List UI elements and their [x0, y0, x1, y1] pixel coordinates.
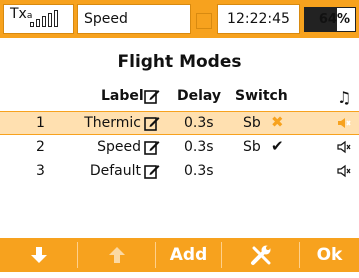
switch-off-icon: ✖: [271, 113, 284, 131]
move-up-button[interactable]: [78, 238, 155, 272]
column-label: Label: [101, 88, 160, 104]
flight-mode-display: Speed: [77, 4, 191, 34]
row-label: Speed: [97, 139, 141, 155]
battery-text: 64%: [318, 12, 350, 27]
battery-indicator: 64%: [304, 7, 356, 32]
tx-label: Txa: [10, 6, 33, 22]
table-row[interactable]: 1 Thermic 0.3s Sb ✖: [0, 111, 359, 135]
status-bar: Txa Speed 12:22:45 64%: [0, 0, 359, 38]
row-number: 2: [36, 139, 45, 155]
footer-toolbar: Add Ok: [0, 238, 359, 272]
ok-button[interactable]: Ok: [300, 238, 359, 272]
speaker-muted-icon[interactable]: [337, 164, 351, 178]
row-delay: 0.3s: [184, 139, 214, 155]
row-number: 3: [36, 163, 45, 179]
row-delay: 0.3s: [184, 163, 214, 179]
clock: 12:22:45: [217, 4, 300, 34]
row-delay: 0.3s: [184, 115, 214, 131]
column-switch: Switch: [235, 88, 288, 104]
signal-bars-icon: [30, 10, 58, 27]
edit-icon[interactable]: [144, 139, 160, 155]
row-switch: Sb: [243, 115, 261, 131]
speaker-muted-icon[interactable]: [337, 116, 351, 130]
row-label: Default: [89, 163, 141, 179]
row-number: 1: [36, 115, 45, 131]
add-button[interactable]: Add: [156, 238, 221, 272]
arrow-up-icon: [108, 247, 125, 263]
edit-icon[interactable]: [144, 115, 160, 131]
tools-icon: [250, 245, 270, 265]
transmitter-signal: Txa: [3, 4, 74, 34]
settings-button[interactable]: [222, 238, 299, 272]
row-switch: Sb: [243, 139, 261, 155]
edit-icon[interactable]: [144, 163, 160, 179]
table-row[interactable]: 2 Speed 0.3s Sb ✔: [0, 136, 359, 160]
speaker-muted-icon[interactable]: [337, 140, 351, 154]
status-indicator: [196, 13, 212, 29]
page-title: Flight Modes: [117, 52, 242, 72]
music-note-icon: ♫: [337, 88, 352, 107]
row-label: Thermic: [84, 115, 141, 131]
switch-on-icon: ✔: [271, 137, 284, 155]
table-row[interactable]: 3 Default 0.3s: [0, 160, 359, 184]
arrow-down-icon: [30, 247, 47, 263]
edit-icon: [144, 90, 160, 104]
column-delay: Delay: [177, 88, 222, 104]
move-down-button[interactable]: [0, 238, 77, 272]
